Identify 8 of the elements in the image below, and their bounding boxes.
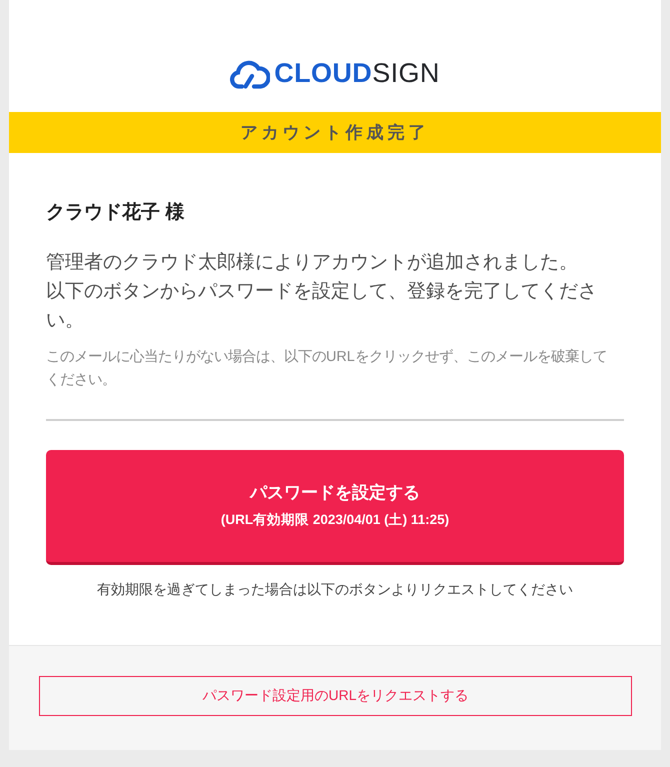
- banner-title: アカウント作成完了: [9, 112, 661, 153]
- set-password-button[interactable]: パスワードを設定する (URL有効期限 2023/04/01 (土) 11:25): [46, 450, 624, 565]
- request-url-button[interactable]: パスワード設定用のURLをリクエストする: [39, 676, 632, 716]
- logo-text: CLOUDSIGN: [274, 57, 440, 89]
- recipient-name: クラウド花子 様: [46, 201, 186, 225]
- message-text: 管理者のクラウド太郎様によりアカウントが追加されました。 以下のボタンからパスワードを設定して、登録を完了してください。: [46, 250, 598, 333]
- expired-note: 有効期限を過ぎてしまった場合は以下のボタンよりリクエストしてください: [96, 580, 574, 599]
- notice-text: このメールに心当たりがない場合は、以下のURLをクリックせず、このメールを破棄してください。: [46, 348, 608, 390]
